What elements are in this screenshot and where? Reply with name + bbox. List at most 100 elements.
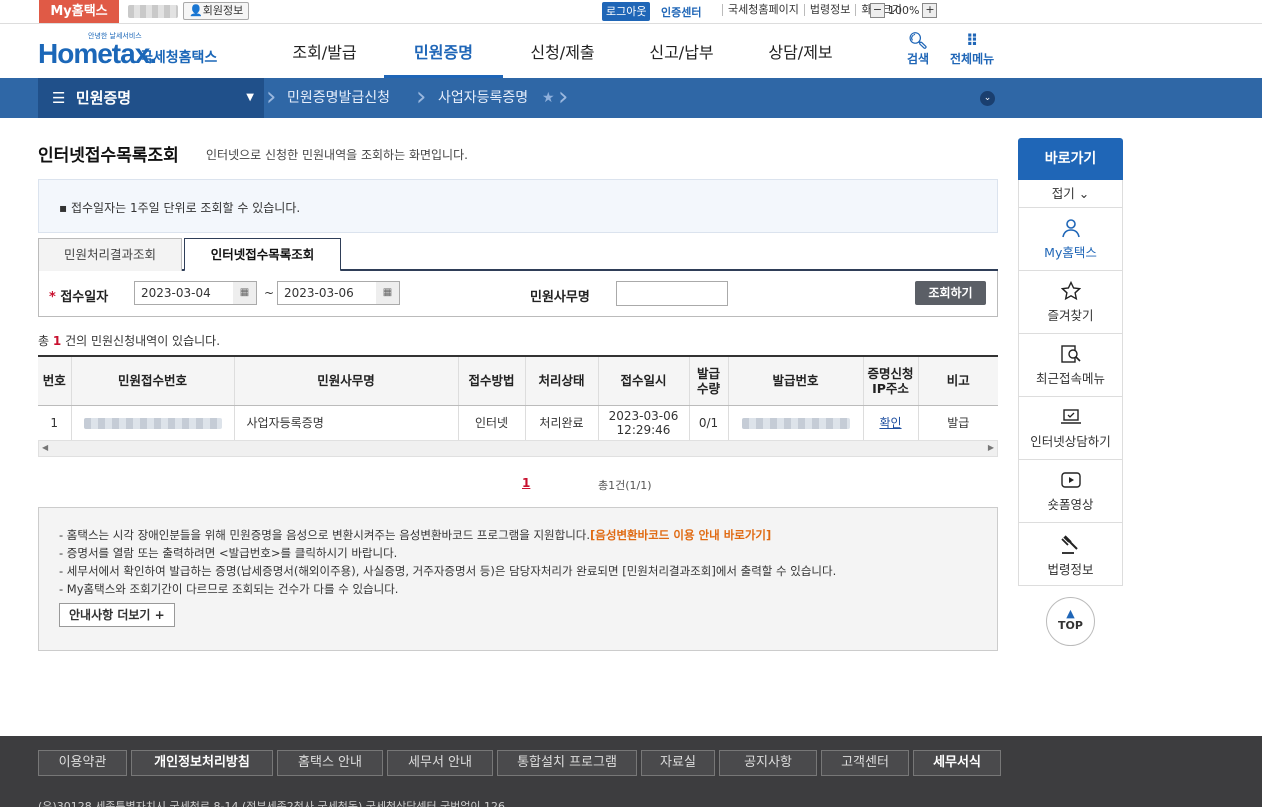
logo-main: Hometax. (38, 38, 157, 69)
zoom-out-button[interactable]: − (870, 3, 885, 18)
guide-item: - My홈택스와 조회기간이 다르므로 조회되는 건수가 다를 수 있습니다. (59, 582, 399, 596)
footer-link-support[interactable]: 고객센터 (821, 750, 909, 776)
quick-item-consult[interactable]: 인터넷상담하기 (1018, 397, 1123, 460)
footer-nav: 이용약관 개인정보처리방침 홈택스 안내 세무서 안내 통합설치 프로그램 자료… (38, 750, 1001, 776)
col-ip: 증명신청 IP주소 (862, 356, 918, 406)
quick-item-favorites[interactable]: 즐겨찾기 (1018, 271, 1123, 334)
date-from-input[interactable]: 2023-03-04 (134, 281, 234, 305)
site-footer: 이용약관 개인정보처리방침 홈택스 안내 세무서 안내 통합설치 프로그램 자료… (0, 736, 1262, 807)
guide-more-button[interactable]: 안내사항 더보기 + (59, 603, 175, 627)
page-number-1[interactable]: 1 (522, 476, 530, 490)
breadcrumb-separator: › (558, 82, 569, 112)
quick-fold-button[interactable]: 접기 ⌄ (1018, 180, 1123, 208)
col-receipt-no: 민원접수번호 (70, 356, 234, 406)
cell-status: 처리완료 (524, 405, 598, 442)
person-icon (1061, 219, 1080, 238)
cell-receipt-no-blurred (70, 405, 234, 442)
date-to-input[interactable]: 2023-03-06 (277, 281, 377, 305)
recent-search-icon (1060, 345, 1081, 363)
quick-item-law[interactable]: 법령정보 (1018, 523, 1123, 586)
office-name-input[interactable] (616, 281, 728, 306)
site-header: 안녕한 날세서비스 Hometax. 국세청홈택스 조회/발급 민원증명 신청/… (0, 24, 1262, 78)
member-info-button[interactable]: 👤회원정보 (183, 2, 250, 20)
cell-no: 1 (38, 405, 71, 442)
col-datetime: 접수일시 (597, 356, 689, 406)
footer-link-terms[interactable]: 이용약관 (38, 750, 127, 776)
scroll-left-icon[interactable]: ◀ (42, 443, 48, 452)
notice-box: ▪ 접수일자는 1주일 단위로 조회할 수 있습니다. (38, 179, 998, 233)
all-menu-button[interactable]: ⠿ 전체메뉴 (950, 32, 994, 67)
cell-ip-confirm[interactable]: 확인 (862, 405, 918, 442)
quick-menu: 바로가기 접기 ⌄ My홈택스 즐겨찾기 최근접속메뉴 인터넷상담하기 숏폼영상… (1018, 138, 1123, 586)
favorite-star-icon[interactable]: ★ (542, 78, 555, 118)
col-issue-no: 발급번호 (727, 356, 863, 406)
page-title: 인터넷접수목록조회 (38, 146, 179, 166)
my-hometax-badge[interactable]: My홈택스 (39, 0, 119, 23)
search-submit-button[interactable]: 조회하기 (915, 281, 986, 305)
cell-office-name: 사업자등록증명 (233, 405, 458, 442)
footer-link-office-guide[interactable]: 세무서 안내 (387, 750, 493, 776)
utility-bar: My홈택스 👤회원정보 로그아웃 인증센터 국세청홈페이지 법령정보 화면크기 … (0, 0, 1262, 24)
menu-civil-cert[interactable]: 민원증명 (384, 24, 503, 78)
location-bar: ☰ 민원증명 ▼ › 민원증명발급신청 › 사업자등록증명 ★ › ⌄ (0, 78, 1262, 118)
cell-datetime: 2023-03-06 12:29:46 (597, 405, 689, 442)
table-header-row: 번호 민원접수번호 민원사무명 접수방법 처리상태 접수일시 발급 수량 발급번… (38, 356, 998, 406)
zoom-control: − 100% + (870, 3, 938, 18)
page-total: 총1건(1/1) (598, 479, 652, 492)
footer-link-hometax-guide[interactable]: 홈택스 안내 (277, 750, 383, 776)
arrow-up-icon: ▲ (1066, 607, 1075, 620)
horizontal-scrollbar[interactable]: ◀ ▶ (38, 440, 998, 457)
quick-item-my-hometax[interactable]: My홈택스 (1018, 208, 1123, 271)
scroll-right-icon[interactable]: ▶ (988, 443, 994, 452)
calendar-icon[interactable]: ▦ (233, 281, 257, 305)
ip-confirm-link[interactable]: 확인 (879, 416, 901, 430)
breadcrumb-separator: › (266, 82, 277, 112)
footer-link-archive[interactable]: 자료실 (641, 750, 715, 776)
cert-center-link[interactable]: 인증센터 (661, 4, 701, 20)
calendar-icon[interactable]: ▦ (376, 281, 400, 305)
nts-homepage-link[interactable]: 국세청홈페이지 (722, 4, 804, 16)
breadcrumb-item-business[interactable]: 사업자등록증명 (438, 78, 528, 118)
footer-link-privacy[interactable]: 개인정보처리방침 (131, 750, 273, 776)
voice-barcode-link[interactable]: [음성변환바코드 이용 안내 바로가기] (590, 528, 771, 542)
tab-bar: 민원처리결과조회 인터넷접수목록조회 (38, 238, 998, 272)
logout-button[interactable]: 로그아웃 (602, 2, 651, 21)
notice-text: ▪ 접수일자는 1주일 단위로 조회할 수 있습니다. (59, 201, 301, 215)
footer-link-install[interactable]: 통합설치 프로그램 (497, 750, 637, 776)
menu-apply-submit[interactable]: 신청/제출 (503, 24, 622, 78)
col-note: 비고 (917, 356, 998, 406)
menu-inquiry-issue[interactable]: 조회/발급 (265, 24, 384, 78)
top-button[interactable]: ▲ TOP (1046, 597, 1095, 646)
result-table: 번호 민원접수번호 민원사무명 접수방법 처리상태 접수일시 발급 수량 발급번… (38, 355, 998, 442)
required-mark: * (49, 290, 56, 305)
quick-menu-title: 바로가기 (1018, 138, 1123, 180)
footer-address: (우)30128 세종특별자치시 국세청로 8-14 (정부세종2청사 국세청동… (38, 800, 506, 807)
footer-link-tax-forms[interactable]: 세무서식 (913, 750, 1001, 776)
zoom-in-button[interactable]: + (922, 3, 938, 18)
section-dropdown[interactable]: ☰ 민원증명 ▼ (38, 78, 264, 118)
hamburger-icon: ☰ (52, 89, 66, 107)
cell-issue-no-blurred[interactable] (727, 405, 863, 442)
col-office-name: 민원사무명 (233, 356, 458, 406)
logo-sub: 국세청홈택스 (140, 50, 218, 66)
date-label: * 접수일자 (49, 290, 109, 305)
search-button[interactable]: 🔍︎ 검색 (907, 32, 929, 67)
zoom-level: 100% (888, 4, 920, 17)
breadcrumb-separator: › (416, 82, 427, 112)
menu-report-pay[interactable]: 신고/납부 (622, 24, 741, 78)
breadcrumb-item-issue[interactable]: 민원증명발급신청 (287, 78, 390, 118)
guide-item: - 홈택스는 시각 장애인분들을 위해 민원증명을 음성으로 변환시켜주는 음성… (59, 528, 772, 542)
cell-note: 발급 (917, 405, 998, 442)
tab-internet-list[interactable]: 인터넷접수목록조회 (184, 238, 341, 272)
table-row: 1 사업자등록증명 인터넷 처리완료 2023-03-06 12:29:46 0/… (38, 405, 998, 442)
menu-consult[interactable]: 상담/제보 (741, 24, 860, 78)
law-info-link[interactable]: 법령정보 (803, 4, 855, 16)
date-range-tilde: ~ (264, 286, 275, 300)
guide-item: - 세무서에서 확인하여 발급하는 증명(납세증명서(해외이주용), 사실증명,… (59, 564, 837, 578)
quick-item-shortform[interactable]: 숏폼영상 (1018, 460, 1123, 523)
footer-link-notice[interactable]: 공지사항 (719, 750, 817, 776)
tab-result-inquiry[interactable]: 민원처리결과조회 (38, 238, 182, 271)
play-icon (1060, 472, 1081, 488)
quick-item-recent[interactable]: 최근접속메뉴 (1018, 334, 1123, 397)
expand-icon[interactable]: ⌄ (980, 91, 995, 106)
